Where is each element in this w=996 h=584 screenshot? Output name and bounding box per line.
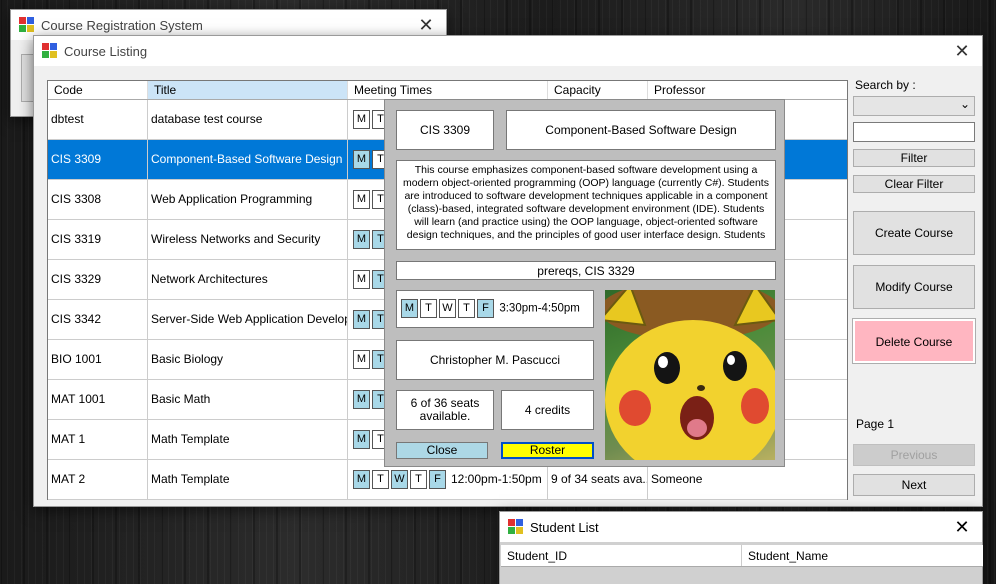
student-list-titlebar: Student List ✕ xyxy=(500,512,982,542)
detail-day-toggles: MTWTF xyxy=(401,299,496,318)
surprised-pikachu-image xyxy=(605,290,775,460)
cell-code: MAT 1001 xyxy=(48,380,148,419)
cell-title: Basic Biology xyxy=(148,340,348,379)
cell-title: Math Template xyxy=(148,460,348,499)
day-toggle[interactable]: M xyxy=(353,390,370,410)
close-icon[interactable]: ✕ xyxy=(942,36,982,66)
cell-title: Component-Based Software Design xyxy=(148,140,348,179)
detail-seats: 6 of 36 seats available. xyxy=(396,390,494,430)
create-course-button[interactable]: Create Course xyxy=(853,211,975,255)
search-input[interactable] xyxy=(853,122,975,142)
column-header-meeting-times[interactable]: Meeting Times xyxy=(348,81,548,99)
day-toggle[interactable]: T xyxy=(372,470,389,490)
chevron-down-icon: ⌄ xyxy=(959,97,970,111)
student-grid-header: Student_ID Student_Name xyxy=(501,545,983,567)
detail-professor: Christopher M. Pascucci xyxy=(396,340,594,380)
detail-prereqs: prereqs, CIS 3329 xyxy=(396,261,776,280)
column-header-title[interactable]: Title xyxy=(148,81,348,99)
pikachu-drawing xyxy=(605,290,775,460)
day-toggle[interactable]: M xyxy=(353,190,370,210)
column-header-code[interactable]: Code xyxy=(48,81,148,99)
cell-code: CIS 3308 xyxy=(48,180,148,219)
cell-title: Network Architectures xyxy=(148,260,348,299)
filter-button[interactable]: Filter xyxy=(853,149,975,167)
day-toggle[interactable]: W xyxy=(439,299,456,318)
day-toggle[interactable]: M xyxy=(353,310,370,330)
cell-code: CIS 3342 xyxy=(48,300,148,339)
cell-title: Web Application Programming xyxy=(148,180,348,219)
app-icon xyxy=(42,43,58,59)
day-toggle[interactable]: F xyxy=(477,299,494,318)
cell-code: CIS 3329 xyxy=(48,260,148,299)
window-title: Course Registration System xyxy=(41,17,203,33)
detail-code: CIS 3309 xyxy=(396,110,494,150)
detail-time: 3:30pm-4:50pm xyxy=(499,302,580,315)
window-title: Course Listing xyxy=(64,43,148,59)
detail-roster-button[interactable]: Roster xyxy=(501,442,594,459)
day-toggle[interactable]: W xyxy=(391,470,408,490)
cell-code: BIO 1001 xyxy=(48,340,148,379)
modify-course-button[interactable]: Modify Course xyxy=(853,265,975,309)
clear-filter-button[interactable]: Clear Filter xyxy=(853,175,975,193)
day-toggle[interactable]: F xyxy=(429,470,446,490)
detail-description: This course emphasizes component-based s… xyxy=(396,160,776,250)
course-detail-popup: CIS 3309 Component-Based Software Design… xyxy=(384,99,785,467)
detail-title: Component-Based Software Design xyxy=(506,110,776,150)
day-toggle[interactable]: M xyxy=(353,110,370,130)
detail-close-button[interactable]: Close xyxy=(396,442,488,459)
cell-title: Server-Side Web Application Develop... xyxy=(148,300,348,339)
cell-title: Basic Math xyxy=(148,380,348,419)
cell-title: Math Template xyxy=(148,420,348,459)
day-toggle[interactable]: T xyxy=(458,299,475,318)
delete-course-button[interactable]: Delete Course xyxy=(852,318,976,364)
cell-code: CIS 3319 xyxy=(48,220,148,259)
next-button[interactable]: Next xyxy=(853,474,975,496)
page-label: Page 1 xyxy=(856,417,895,431)
cell-title: database test course xyxy=(148,100,348,139)
day-toggle[interactable]: M xyxy=(353,350,370,370)
cell-title: Wireless Networks and Security xyxy=(148,220,348,259)
previous-button[interactable]: Previous xyxy=(853,444,975,466)
detail-meeting-times: MTWTF 3:30pm-4:50pm xyxy=(396,290,594,328)
day-toggle[interactable]: T xyxy=(410,470,427,490)
student-list-window: Student List ✕ Student_ID Student_Name xyxy=(499,511,983,584)
day-toggle[interactable]: M xyxy=(401,299,418,318)
window-title: Student List xyxy=(530,519,599,535)
cell-code: CIS 3309 xyxy=(48,140,148,179)
course-listing-titlebar: Course Listing ✕ xyxy=(34,36,982,66)
column-header-professor[interactable]: Professor xyxy=(648,81,847,99)
close-icon[interactable]: ✕ xyxy=(942,512,982,542)
column-header-student-name[interactable]: Student_Name xyxy=(742,545,983,566)
cell-code: dbtest xyxy=(48,100,148,139)
search-by-label: Search by : xyxy=(855,78,916,92)
cell-time: 12:00pm-1:50pm xyxy=(451,472,542,486)
day-toggle[interactable]: T xyxy=(420,299,437,318)
app-icon xyxy=(508,519,524,535)
day-toggle[interactable]: M xyxy=(353,270,370,290)
column-header-student-id[interactable]: Student_ID xyxy=(501,545,742,566)
cell-code: MAT 2 xyxy=(48,460,148,499)
day-toggle[interactable]: M xyxy=(353,230,370,250)
day-toggle[interactable]: M xyxy=(353,150,370,170)
search-by-select[interactable]: ⌄ xyxy=(853,96,975,116)
cell-code: MAT 1 xyxy=(48,420,148,459)
detail-credits: 4 credits xyxy=(501,390,594,430)
column-header-capacity[interactable]: Capacity xyxy=(548,81,648,99)
day-toggle[interactable]: M xyxy=(353,470,370,490)
day-toggle[interactable]: M xyxy=(353,430,370,450)
grid-header: Code Title Meeting Times Capacity Profes… xyxy=(48,81,847,100)
app-icon xyxy=(19,17,35,33)
